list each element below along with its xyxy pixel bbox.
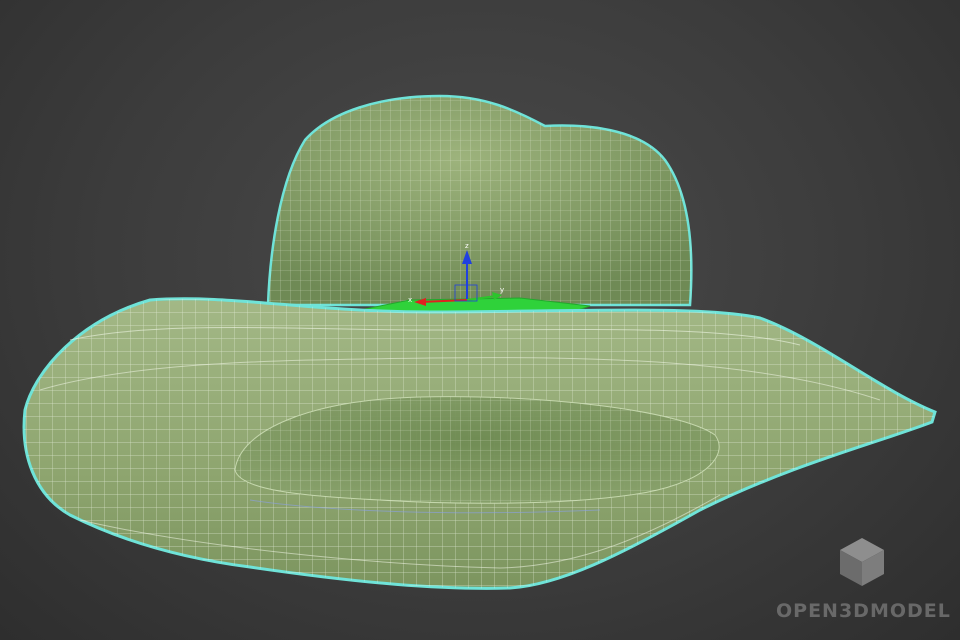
z-axis-label: z xyxy=(465,242,469,250)
x-axis-label: x xyxy=(408,296,412,304)
watermark-text: OPEN3DMODEL xyxy=(776,600,951,622)
3d-viewport[interactable]: z x y OPEN3DMODEL xyxy=(0,0,960,640)
watermark: OPEN3DMODEL xyxy=(776,536,951,632)
hat-crown[interactable] xyxy=(266,94,693,307)
y-axis-label: y xyxy=(500,286,504,294)
cube-icon xyxy=(840,538,884,586)
